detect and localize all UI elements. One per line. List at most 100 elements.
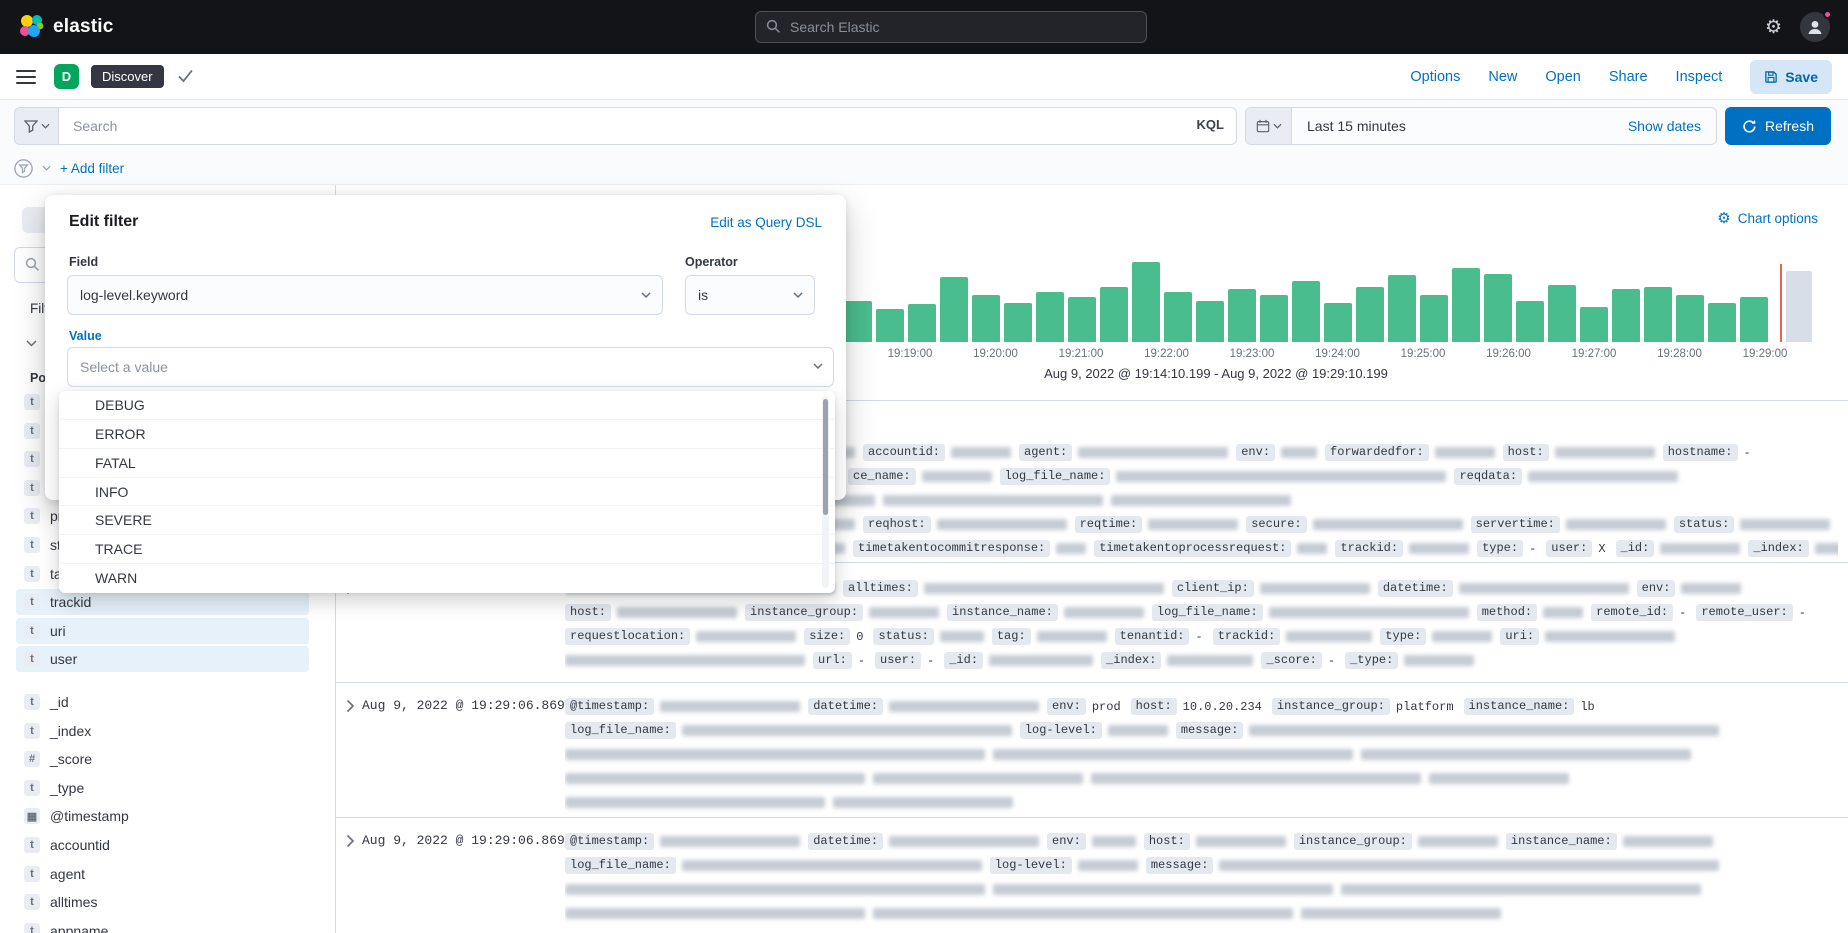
histogram-bar[interactable]	[1740, 297, 1768, 342]
nav-link-open[interactable]: Open	[1545, 69, 1580, 85]
filter-value-option[interactable]: WARN	[59, 564, 835, 593]
search-input[interactable]	[58, 107, 1237, 145]
add-filter-button[interactable]: + Add filter	[60, 161, 124, 176]
histogram-bar[interactable]	[940, 277, 968, 342]
user-avatar[interactable]	[1800, 12, 1830, 42]
filters-circle-icon[interactable]	[14, 159, 33, 178]
redacted-value	[1435, 447, 1495, 458]
sidebar-field-@timestamp[interactable]: ▦@timestamp	[16, 803, 309, 829]
sidebar-field-trackid[interactable]: ttrackid	[16, 589, 309, 615]
edit-as-query-dsl-link[interactable]: Edit as Query DSL	[710, 215, 822, 230]
field-badge: @timestamp:	[565, 833, 654, 850]
histogram-bar[interactable]	[1004, 303, 1032, 342]
chevron-down-icon[interactable]	[42, 165, 51, 171]
filter-value-option[interactable]: DEBUG	[59, 391, 835, 420]
expand-row-icon[interactable]	[346, 834, 355, 853]
gear-icon[interactable]: ⚙	[1765, 16, 1782, 39]
text-field-icon: t	[24, 394, 40, 410]
value-combobox-input[interactable]	[67, 347, 834, 387]
redacted-value	[1409, 543, 1469, 554]
menu-icon[interactable]	[16, 69, 36, 85]
filter-value-option[interactable]: ERROR	[59, 420, 835, 449]
histogram-bar[interactable]	[1484, 274, 1512, 342]
histogram-bar[interactable]	[1324, 303, 1352, 342]
scrollbar-thumb[interactable]	[823, 399, 828, 515]
histogram-bar[interactable]	[1164, 292, 1192, 342]
histogram-bar[interactable]	[908, 304, 936, 342]
histogram-bar[interactable]	[1196, 301, 1224, 342]
redacted-value	[1528, 471, 1678, 482]
redacted-value	[682, 725, 1012, 736]
text-field-icon: t	[24, 651, 40, 667]
histogram-bar[interactable]	[1260, 295, 1288, 342]
filter-value-option[interactable]: TRACE	[59, 535, 835, 564]
sidebar-field-agent[interactable]: tagent	[16, 861, 309, 887]
x-axis-tick-label: 19:20:00	[961, 348, 1031, 360]
histogram-bar[interactable]	[1676, 295, 1704, 342]
filter-value-option[interactable]: INFO	[59, 478, 835, 507]
histogram-bar[interactable]	[1292, 281, 1320, 342]
time-range-button[interactable]: Last 15 minutes	[1307, 118, 1406, 134]
field-value: X	[1598, 542, 1605, 556]
sidebar-field-alltimes[interactable]: talltimes	[16, 889, 309, 915]
sidebar-field-accountid[interactable]: taccountid	[16, 832, 309, 858]
sidebar-field-_type[interactable]: t_type	[16, 775, 309, 801]
redacted-value	[1459, 583, 1629, 594]
saved-query-menu-button[interactable]	[14, 107, 58, 145]
histogram-bar[interactable]	[1612, 289, 1640, 342]
chart-options-button[interactable]: ⚙ Chart options	[1717, 209, 1818, 227]
filter-value-option[interactable]: SEVERE	[59, 506, 835, 535]
histogram-bar[interactable]	[1420, 295, 1448, 342]
histogram-bar[interactable]	[844, 301, 872, 342]
date-quick-menu-button[interactable]	[1246, 108, 1292, 144]
histogram-bar[interactable]	[1452, 268, 1480, 342]
field-badge: accountid:	[863, 444, 945, 461]
doc-line: host:instance_group:instance_name:log_fi…	[565, 601, 1838, 625]
refresh-button[interactable]: Refresh	[1725, 107, 1831, 145]
histogram-bar[interactable]	[1132, 262, 1160, 342]
save-button-label: Save	[1785, 69, 1818, 85]
redacted-value	[565, 773, 865, 784]
space-badge[interactable]: D	[54, 64, 79, 89]
kql-button[interactable]: KQL	[1197, 117, 1224, 132]
histogram-bar[interactable]	[1708, 303, 1736, 342]
expand-row-icon[interactable]	[346, 699, 355, 718]
histogram-bar[interactable]	[1548, 285, 1576, 342]
field-select[interactable]: log-level.keyword	[67, 275, 663, 315]
brand[interactable]: elastic	[0, 14, 114, 40]
sidebar-field-user[interactable]: tuser	[16, 646, 309, 672]
histogram-bar[interactable]	[1036, 292, 1064, 342]
histogram-bar[interactable]	[1068, 297, 1096, 342]
histogram-bar[interactable]	[876, 309, 904, 342]
filter-value-option[interactable]: FATAL	[59, 449, 835, 478]
field-name: user	[50, 651, 77, 667]
sidebar-field-uri[interactable]: turi	[16, 618, 309, 644]
nav-link-new[interactable]: New	[1488, 69, 1517, 85]
histogram-bar[interactable]	[1100, 287, 1128, 342]
show-dates-button[interactable]: Show dates	[1628, 118, 1701, 134]
field-badge: timetakentoprocessrequest:	[1094, 540, 1291, 557]
histogram-bar[interactable]	[1356, 287, 1384, 342]
sidebar-field-_score[interactable]: #_score	[16, 746, 309, 772]
save-button[interactable]: Save	[1750, 60, 1832, 94]
kibana-discover-screen: elastic ⚙ D Discov	[0, 0, 1848, 933]
histogram-bar[interactable]	[1644, 287, 1672, 342]
field-name: accountid	[50, 837, 110, 853]
nav-link-inspect[interactable]: Inspect	[1676, 69, 1723, 85]
field-name: _type	[50, 780, 84, 796]
sidebar-field-appname[interactable]: tappname	[16, 918, 309, 933]
histogram-bar[interactable]	[1516, 301, 1544, 342]
redacted-value	[1740, 519, 1830, 530]
chevron-down-icon[interactable]	[26, 340, 37, 347]
global-search-input[interactable]	[755, 11, 1147, 43]
sidebar-field-_id[interactable]: t_id	[16, 689, 309, 715]
histogram-bar[interactable]	[1388, 275, 1416, 342]
sidebar-field-_index[interactable]: t_index	[16, 718, 309, 744]
histogram-bar[interactable]	[972, 295, 1000, 342]
breadcrumb[interactable]: Discover	[91, 65, 164, 88]
histogram-bar[interactable]	[1228, 289, 1256, 342]
nav-link-share[interactable]: Share	[1609, 69, 1648, 85]
operator-select[interactable]: is	[685, 275, 815, 315]
histogram-bar[interactable]	[1580, 307, 1608, 342]
nav-link-options[interactable]: Options	[1410, 69, 1460, 85]
